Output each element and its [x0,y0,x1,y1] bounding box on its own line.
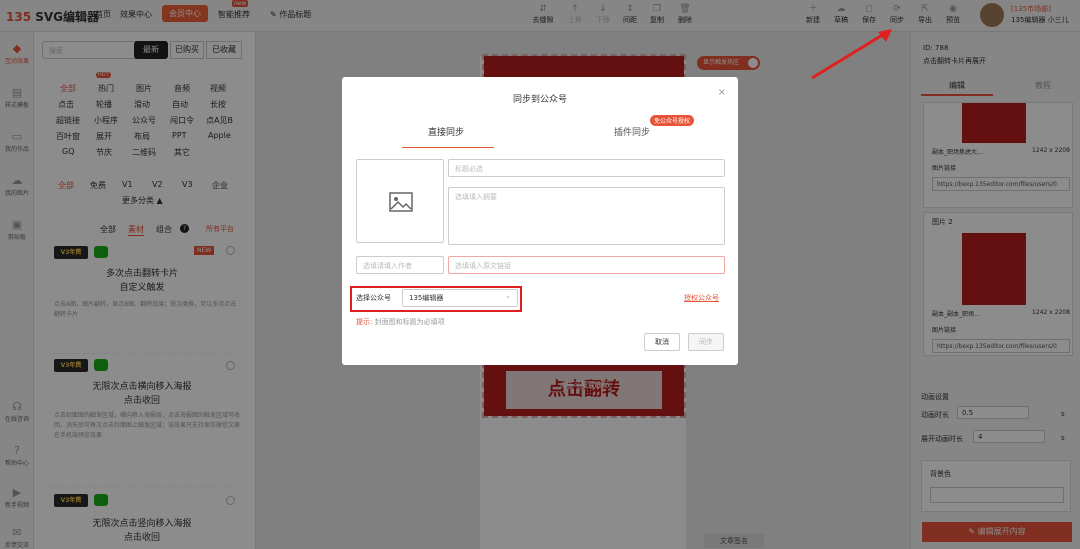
image-icon [389,192,413,212]
cancel-button[interactable]: 取消 [644,333,680,351]
tab-underline [402,147,494,148]
summary-textarea[interactable]: 选填填入摘要 [448,187,725,245]
chevron-down-icon: ⌄ [505,292,511,300]
account-select[interactable]: 135编辑器 ⌄ [402,289,518,307]
close-icon[interactable]: × [718,87,726,98]
author-input[interactable]: 选填请填入作者 [356,256,444,274]
annotation-arrow [811,29,892,80]
original-link-input[interactable]: 选填填入原文链接 [448,256,725,274]
select-account-label: 选择公众号 [356,294,391,302]
cover-image-upload[interactable] [356,159,444,243]
sync-dialog: 同步到公众号 × 直接同步 插件同步 免公众号授权 标题必选 选填填入摘要 选填… [342,77,738,365]
no-auth-badge: 免公众号授权 [650,115,695,126]
tip-text: 提示: 封面图和标题为必填项 [356,318,445,326]
authorize-account-link[interactable]: 授权公众号 [684,293,719,303]
dialog-title: 同步到公众号 [512,95,567,105]
sync-confirm-button[interactable]: 同步 [688,333,724,351]
tab-plugin-sync[interactable]: 插件同步 [614,125,650,138]
tab-direct-sync[interactable]: 直接同步 [428,125,464,138]
title-input[interactable]: 标题必选 [448,159,725,177]
